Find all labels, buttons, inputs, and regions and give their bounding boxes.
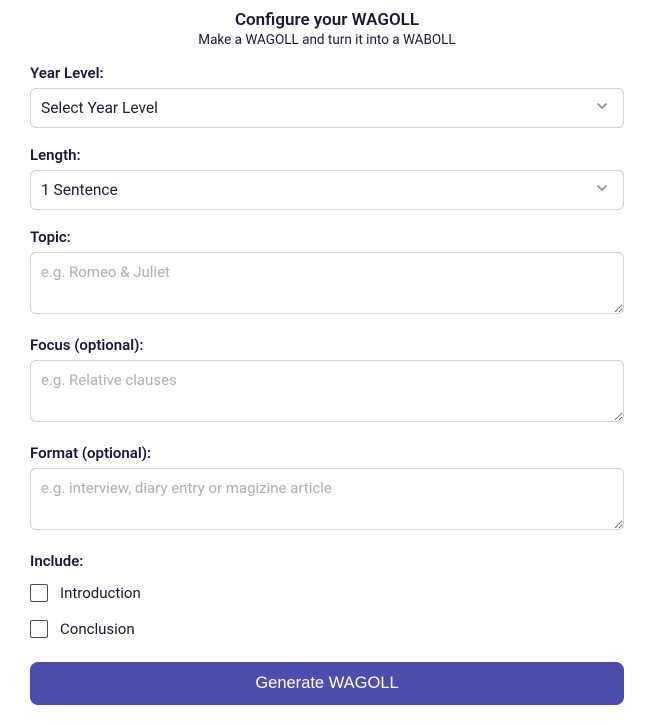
year-level-field: Year Level: Select Year Level <box>30 64 624 128</box>
year-level-label: Year Level: <box>30 64 624 82</box>
form-header: Configure your WAGOLL Make a WAGOLL and … <box>30 10 624 48</box>
focus-field: Focus (optional): <box>30 336 624 426</box>
length-select[interactable]: 1 Sentence <box>30 170 624 210</box>
year-level-select-wrapper: Select Year Level <box>30 88 624 128</box>
focus-input[interactable] <box>30 360 624 422</box>
format-input[interactable] <box>30 468 624 530</box>
topic-label: Topic: <box>30 228 624 246</box>
include-section: Include: Introduction Conclusion <box>30 552 624 638</box>
focus-label: Focus (optional): <box>30 336 624 354</box>
introduction-row: Introduction <box>30 584 624 602</box>
length-field: Length: 1 Sentence <box>30 146 624 210</box>
length-select-wrapper: 1 Sentence <box>30 170 624 210</box>
page-subtitle: Make a WAGOLL and turn it into a WABOLL <box>30 32 624 48</box>
format-field: Format (optional): <box>30 444 624 534</box>
introduction-label[interactable]: Introduction <box>60 584 141 602</box>
conclusion-checkbox[interactable] <box>30 620 48 638</box>
conclusion-label[interactable]: Conclusion <box>60 620 135 638</box>
length-label: Length: <box>30 146 624 164</box>
topic-field: Topic: <box>30 228 624 318</box>
include-label: Include: <box>30 552 624 570</box>
conclusion-row: Conclusion <box>30 620 624 638</box>
introduction-checkbox[interactable] <box>30 584 48 602</box>
format-label: Format (optional): <box>30 444 624 462</box>
length-selected: 1 Sentence <box>41 181 118 199</box>
page-title: Configure your WAGOLL <box>30 10 624 30</box>
topic-input[interactable] <box>30 252 624 314</box>
generate-button[interactable]: Generate WAGOLL <box>30 662 624 705</box>
year-level-select[interactable]: Select Year Level <box>30 88 624 128</box>
year-level-selected: Select Year Level <box>41 99 158 117</box>
